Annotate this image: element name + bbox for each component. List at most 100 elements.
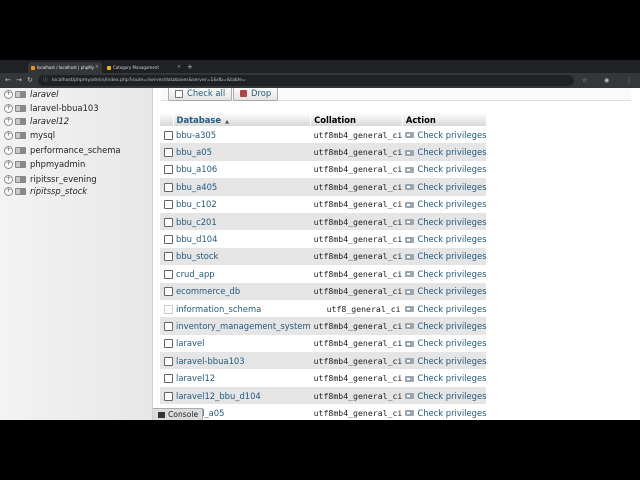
row-checkbox[interactable]	[164, 182, 173, 192]
check-privileges-link[interactable]: Check privileges	[402, 386, 487, 405]
row-checkbox[interactable]	[164, 217, 173, 227]
database-name-link[interactable]: inventory_management_system	[173, 317, 311, 335]
tree-item-database[interactable]: + ripitssp_stock	[4, 185, 87, 198]
check-privileges-link[interactable]: Check privileges	[402, 404, 487, 420]
check-privileges-link[interactable]: Check privileges	[402, 160, 487, 179]
drop-button[interactable]: Drop	[233, 88, 279, 101]
row-checkbox[interactable]	[164, 321, 173, 331]
database-icon	[15, 118, 26, 125]
check-privileges-link[interactable]: Check privileges	[402, 143, 487, 161]
address-bar[interactable]: ⓘ localhost/phpmyadmin/index.php?route=/…	[38, 75, 574, 86]
tree-item-database[interactable]: + performance_schema	[4, 144, 121, 157]
expand-plus-icon[interactable]: +	[4, 160, 13, 169]
check-privileges-link[interactable]: Check privileges	[402, 317, 487, 335]
forward-button[interactable]: →	[16, 74, 22, 87]
collation-value: utf8mb4_general_ci	[310, 352, 403, 370]
database-name-link[interactable]: information_schema	[173, 299, 311, 318]
expand-plus-icon[interactable]: +	[4, 117, 13, 126]
address-url[interactable]: localhost/phpmyadmin/index.php?route=/se…	[52, 75, 246, 86]
database-column-header[interactable]: Database ▲	[173, 113, 312, 126]
table-row: bbu_c102 utf8mb4_general_ci Check privileg…	[160, 195, 487, 213]
row-checkbox[interactable]	[164, 356, 173, 366]
row-checkbox[interactable]	[164, 287, 173, 297]
check-all-button[interactable]: Check all	[168, 88, 233, 101]
expand-plus-icon[interactable]: +	[4, 175, 13, 184]
privileges-icon	[405, 306, 415, 313]
expand-plus-icon[interactable]: +	[4, 90, 13, 99]
row-checkbox[interactable]	[164, 339, 173, 349]
check-privileges-link[interactable]: Check privileges	[402, 195, 487, 213]
expand-plus-icon[interactable]: +	[4, 131, 13, 140]
database-name-link[interactable]: bbu_a05	[173, 143, 311, 161]
database-name-link[interactable]: bbu_a106	[173, 160, 311, 179]
check-privileges-link[interactable]: Check privileges	[402, 126, 487, 144]
check-privileges-link[interactable]: Check privileges	[402, 178, 487, 196]
row-checkbox[interactable]	[164, 148, 173, 158]
check-privileges-link[interactable]: Check privileges	[402, 265, 487, 283]
row-checkbox[interactable]	[164, 269, 173, 279]
table-row: bbu_a05 utf8mb4_general_ci Check privilege…	[160, 143, 487, 161]
database-name-link[interactable]: crud_app	[173, 265, 311, 283]
table-row: laravel_a05utf8mb4_general_ciCheck privi…	[160, 404, 487, 420]
row-checkbox[interactable]	[164, 374, 173, 384]
reload-button[interactable]: ↻	[27, 74, 33, 87]
tab-close-icon[interactable]: ×	[95, 62, 99, 73]
back-button[interactable]: ←	[5, 74, 11, 87]
header-checkbox-column	[160, 113, 174, 126]
new-tab-button[interactable]: +	[187, 62, 193, 73]
console-toggle[interactable]: Console	[153, 408, 203, 420]
database-name-link[interactable]: bbu-a305	[173, 126, 311, 144]
bookmark-star-icon[interactable]: ☆	[582, 74, 587, 87]
tree-item-database[interactable]: + phpmyadmin	[4, 158, 85, 171]
expand-plus-icon[interactable]: +	[4, 146, 13, 155]
check-privileges-link[interactable]: Check privileges	[402, 230, 487, 248]
site-info-icon[interactable]: ⓘ	[43, 75, 48, 86]
check-privileges-link[interactable]: Check privileges	[402, 352, 487, 370]
privileges-icon	[405, 149, 415, 156]
database-name-link[interactable]: laravel12	[173, 369, 311, 387]
check-privileges-link[interactable]: Check privileges	[402, 299, 487, 318]
database-name-link[interactable]: laravel12_bbu_d104	[173, 386, 311, 405]
row-checkbox-cell	[160, 160, 173, 179]
expand-plus-icon[interactable]: +	[4, 187, 13, 196]
row-checkbox[interactable]	[164, 391, 173, 401]
check-privileges-link[interactable]: Check privileges	[402, 282, 487, 300]
row-checkbox[interactable]	[164, 130, 173, 140]
browser-toolbar: ← → ↻ ⓘ localhost/phpmyadmin/index.php?r…	[0, 73, 640, 88]
row-checkbox[interactable]	[164, 235, 173, 245]
browser-menu-icon[interactable]: ⋮	[626, 74, 632, 87]
database-name-link[interactable]: bbu_stock	[173, 247, 311, 266]
check-privileges-link[interactable]: Check privileges	[402, 247, 487, 266]
database-name-link[interactable]: bbu_a405	[173, 178, 311, 196]
row-checkbox[interactable]	[164, 252, 173, 262]
database-name-link[interactable]: laravel	[173, 334, 311, 353]
row-checkbox[interactable]	[164, 165, 173, 175]
tree-item-database[interactable]: + mysql	[4, 129, 55, 142]
tab-close-icon[interactable]: ×	[177, 62, 181, 73]
tree-item-database[interactable]: + laravel12	[4, 115, 69, 128]
database-name-link[interactable]: bbu_c102	[173, 195, 311, 213]
browser-tab-phpmyadmin[interactable]: localhost / localhost | phpMy ×	[28, 62, 102, 73]
database-name-link[interactable]: ecommerce_db	[173, 282, 311, 300]
check-privileges-link[interactable]: Check privileges	[402, 369, 487, 387]
row-checkbox-cell	[160, 178, 173, 196]
check-privileges-link[interactable]: Check privileges	[402, 212, 487, 231]
browser-tab-category-management[interactable]: Category Management ×	[104, 62, 184, 73]
expand-plus-icon[interactable]: +	[4, 104, 13, 113]
database-name-link[interactable]: laravel-bbua103	[173, 352, 311, 370]
tree-item-database[interactable]: + laravel-bbua103	[4, 102, 99, 115]
tree-item-database[interactable]: + laravel	[4, 88, 58, 101]
database-icon	[15, 176, 26, 183]
action-column-header: Action	[402, 113, 487, 126]
row-checkbox[interactable]	[164, 200, 173, 210]
check-privileges-label: Check privileges	[417, 181, 487, 192]
privileges-icon	[405, 271, 415, 278]
profile-icon[interactable]: ◉	[604, 74, 609, 87]
database-name-link[interactable]: bbu_c201	[173, 212, 311, 231]
collation-value: utf8mb4_general_ci	[310, 247, 403, 266]
sort-ascending-icon[interactable]: ▲	[225, 119, 229, 125]
check-privileges-label: Check privileges	[417, 129, 487, 140]
database-name-link[interactable]: bbu_d104	[173, 230, 311, 248]
check-privileges-link[interactable]: Check privileges	[402, 334, 487, 353]
privileges-icon	[405, 375, 415, 382]
